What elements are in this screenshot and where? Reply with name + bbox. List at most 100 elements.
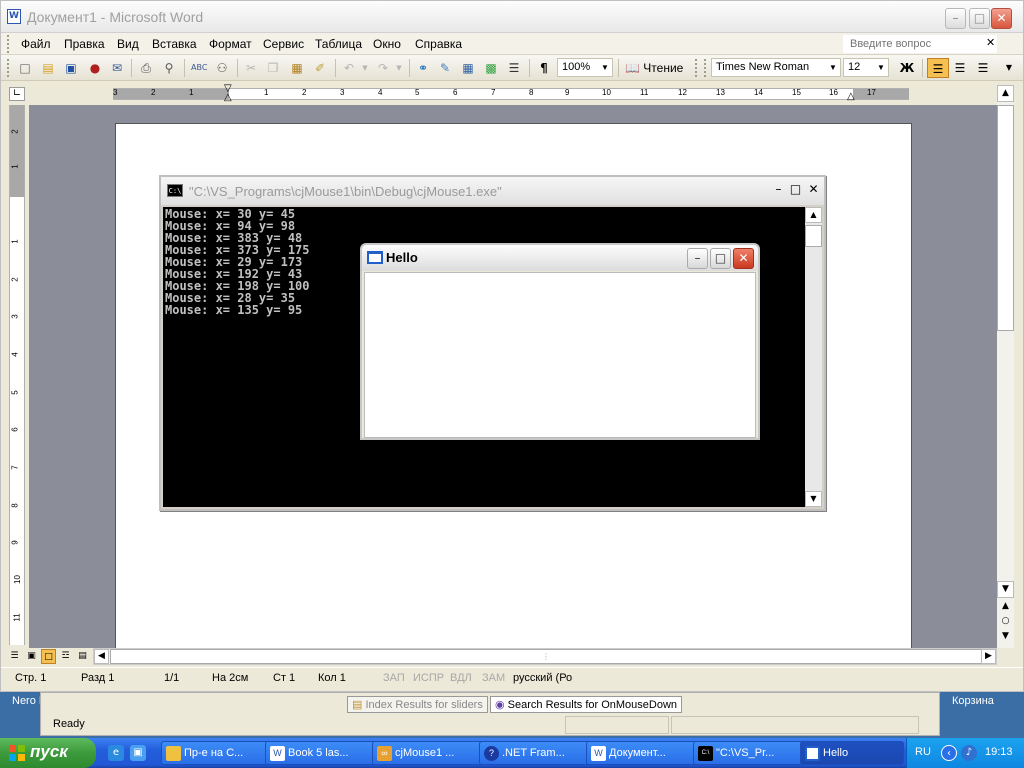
scroll-up-button[interactable]: ▲: [997, 85, 1014, 102]
redo-dropdown-icon[interactable]: ▼: [391, 60, 407, 76]
print-preview-icon[interactable]: ⚲: [161, 60, 177, 76]
print-icon[interactable]: ⎙: [138, 60, 154, 76]
console-scroll-thumb[interactable]: [805, 225, 822, 247]
horizontal-scroll-thumb[interactable]: ⋮: [110, 649, 982, 664]
menu-window[interactable]: Окно: [373, 37, 401, 51]
hanging-indent-marker[interactable]: △: [224, 92, 232, 103]
task-folder[interactable]: Пр-е на C...: [161, 741, 279, 765]
toolbar-options-icon[interactable]: ▼: [1001, 60, 1017, 76]
word-titlebar[interactable]: W Документ1 - Microsoft Word – □ ✕: [1, 1, 1023, 33]
tab-search-results[interactable]: ◉ Search Results for OnMouseDown: [490, 696, 683, 713]
menu-format[interactable]: Формат: [209, 37, 252, 51]
menu-help[interactable]: Справка: [415, 37, 462, 51]
zoom-select[interactable]: 100% ▼: [557, 58, 613, 77]
hello-close-button[interactable]: ✕: [733, 248, 754, 269]
tab-index-results[interactable]: ▤ Index Results for sliders: [347, 696, 488, 713]
spelling-icon[interactable]: ABC: [191, 60, 207, 76]
hello-titlebar[interactable]: Hello – □ ✕: [362, 245, 758, 271]
new-document-icon[interactable]: □: [17, 60, 33, 76]
task-book[interactable]: W Book 5 las...: [265, 741, 383, 765]
show-formatting-icon[interactable]: ¶: [536, 60, 552, 76]
paste-icon[interactable]: ▦: [289, 60, 305, 76]
hyperlink-icon[interactable]: ⚭: [415, 60, 431, 76]
status-track-changes[interactable]: ИСПР: [413, 672, 444, 684]
ie-icon[interactable]: e: [108, 745, 124, 761]
tray-arrow-icon[interactable]: ‹: [941, 745, 957, 761]
format-painter-icon[interactable]: ✐: [312, 60, 328, 76]
start-button[interactable]: пуск: [0, 738, 96, 768]
normal-view-icon[interactable]: ☰: [7, 649, 22, 664]
console-titlebar[interactable]: C:\ "C:\VS_Programs\cjMouse1\bin\Debug\c…: [161, 177, 824, 205]
bold-button[interactable]: Ж: [896, 58, 918, 78]
vertical-scroll-thumb[interactable]: [997, 105, 1014, 331]
tab-selector[interactable]: ∟: [9, 87, 25, 101]
open-folder-icon[interactable]: ▤: [40, 60, 56, 76]
hello-maximize-button[interactable]: □: [710, 248, 731, 269]
menu-file[interactable]: Файл: [21, 37, 51, 51]
permission-icon[interactable]: ●: [87, 60, 103, 76]
select-browse-object-icon[interactable]: ○: [998, 616, 1013, 628]
console-minimize-button[interactable]: –: [770, 182, 787, 199]
columns-icon[interactable]: ☰: [506, 60, 522, 76]
align-left-button[interactable]: ☰: [927, 58, 949, 78]
status-record-macro[interactable]: ЗАП: [383, 672, 405, 684]
horizontal-ruler[interactable]: 3 2 1 1 2 3 4 5 6 7 8 9 10 11 12 13 14 1…: [113, 83, 909, 103]
menu-edit[interactable]: Правка: [64, 37, 105, 51]
right-indent-marker[interactable]: △: [847, 91, 855, 102]
toolbar-grip[interactable]: [7, 59, 10, 77]
scroll-left-button[interactable]: ◀: [94, 649, 109, 664]
chevron-down-icon[interactable]: ▼: [599, 60, 611, 75]
task-document[interactable]: W Докумeнт...: [586, 741, 704, 765]
window-icon[interactable]: [367, 251, 383, 264]
horizontal-scrollbar[interactable]: ◀ ⋮ ▶: [93, 648, 997, 665]
task-console[interactable]: C:\ "C:\VS_Pr...: [693, 741, 811, 765]
language-indicator[interactable]: RU: [915, 746, 931, 758]
status-language[interactable]: русский (Ро: [513, 672, 572, 684]
insert-excel-icon[interactable]: ▩: [483, 60, 499, 76]
maximize-button[interactable]: □: [969, 8, 990, 29]
vertical-ruler[interactable]: 2 1 1 2 3 4 5 6 7 8 9 10 11: [9, 105, 25, 645]
print-layout-view-icon[interactable]: □: [41, 649, 56, 664]
save-icon[interactable]: ▣: [63, 60, 79, 76]
align-center-button[interactable]: ☰: [949, 58, 971, 78]
chevron-down-icon[interactable]: ▼: [875, 60, 887, 75]
console-close-button[interactable]: ✕: [805, 182, 822, 199]
font-size-select[interactable]: 12 ▼: [843, 58, 889, 77]
menu-tools[interactable]: Сервис: [263, 37, 304, 51]
task-visual-studio[interactable]: ∞ cjMouse1 ...: [372, 741, 490, 765]
word-app-icon[interactable]: W: [7, 9, 21, 24]
outline-view-icon[interactable]: ☲: [58, 649, 73, 664]
task-dotnet-help[interactable]: ? .NET Fram...: [479, 741, 597, 765]
chevron-down-icon[interactable]: ▼: [827, 60, 839, 75]
justify-button[interactable]: ☰: [972, 58, 994, 78]
minimize-button[interactable]: –: [945, 8, 966, 29]
menu-insert[interactable]: Вставка: [152, 37, 197, 51]
hello-client-area[interactable]: [364, 272, 756, 438]
volume-icon[interactable]: ♪: [961, 745, 977, 761]
scroll-down-button[interactable]: ▼: [997, 581, 1014, 598]
hello-minimize-button[interactable]: –: [687, 248, 708, 269]
toolbar-grip[interactable]: [704, 59, 707, 77]
desktop-icon-label-recycle-bin[interactable]: Корзина: [952, 695, 994, 707]
status-extend[interactable]: ВДЛ: [450, 672, 472, 684]
close-doc-icon[interactable]: ✕: [986, 36, 995, 49]
menu-view[interactable]: Вид: [117, 37, 139, 51]
console-scrollbar[interactable]: ▲ ▼: [805, 207, 822, 507]
reading-view-icon[interactable]: ▤: [75, 649, 90, 664]
email-icon[interactable]: ✉: [109, 60, 125, 76]
console-icon[interactable]: C:\: [167, 184, 183, 197]
research-icon[interactable]: ⚇: [214, 60, 230, 76]
font-name-select[interactable]: Times New Roman ▼: [711, 58, 841, 77]
show-desktop-icon[interactable]: ▣: [130, 745, 146, 761]
menu-table[interactable]: Таблица: [315, 37, 362, 51]
reading-mode-button[interactable]: 📖 Чтение: [625, 61, 683, 75]
status-overtype[interactable]: ЗАМ: [482, 672, 505, 684]
insert-table-icon[interactable]: ▦: [460, 60, 476, 76]
tables-borders-icon[interactable]: ✎: [437, 60, 453, 76]
undo-dropdown-icon[interactable]: ▼: [357, 60, 373, 76]
cut-icon[interactable]: ✂: [243, 60, 259, 76]
console-maximize-button[interactable]: □: [787, 182, 804, 199]
copy-icon[interactable]: ❐: [265, 60, 281, 76]
task-hello[interactable]: Hello: [800, 741, 904, 765]
web-view-icon[interactable]: ▣: [24, 649, 39, 664]
